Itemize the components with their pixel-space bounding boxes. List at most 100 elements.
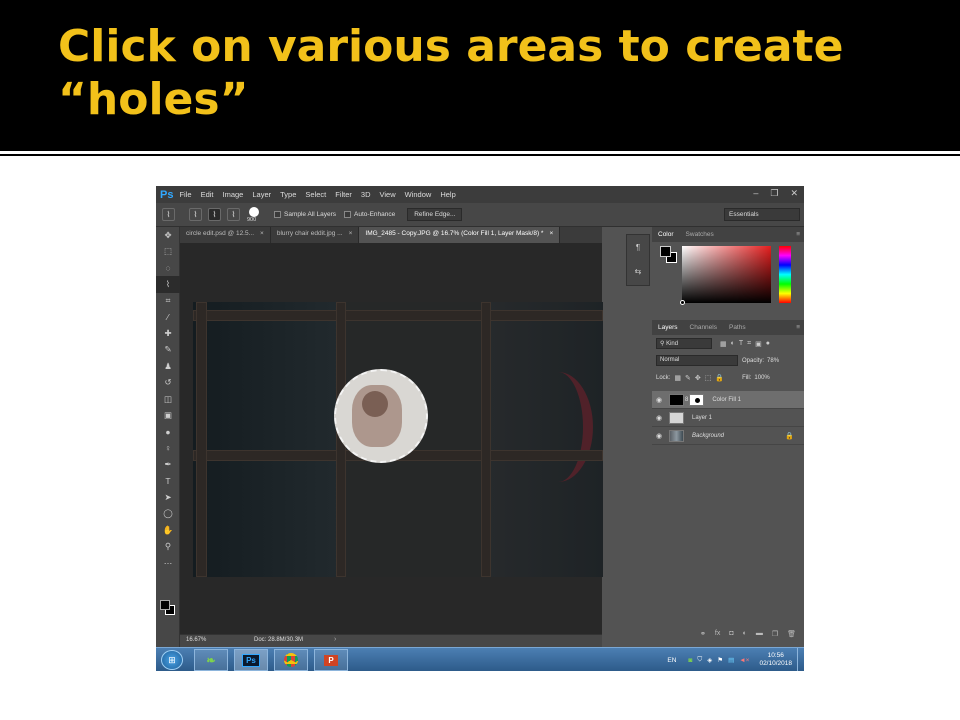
tray-shield-icon[interactable]: ⛉ xyxy=(697,656,702,664)
language-indicator[interactable]: EN xyxy=(667,657,676,664)
menu-file[interactable]: File xyxy=(179,190,191,199)
tray-volume-icon[interactable]: ◄× xyxy=(739,657,749,664)
fx-icon[interactable]: fx xyxy=(715,630,720,637)
lock-position-icon[interactable]: ✥ xyxy=(695,374,701,382)
eyedropper-tool-icon[interactable]: ⁄ xyxy=(156,309,180,325)
menu-edit[interactable]: Edit xyxy=(201,190,214,199)
tab-swatches[interactable]: Swatches xyxy=(680,231,720,238)
sample-all-layers-checkbox[interactable] xyxy=(274,211,281,218)
gradient-tool-icon[interactable]: ▣ xyxy=(156,407,180,423)
zoom-tool-icon[interactable]: ⚲ xyxy=(156,538,180,554)
tray-flag-icon[interactable]: ⚑ xyxy=(717,656,723,664)
clone-stamp-icon[interactable]: ♟ xyxy=(156,358,180,374)
lasso-tool-icon[interactable]: ◌ xyxy=(156,260,180,276)
refine-edge-button[interactable]: Refine Edge... xyxy=(407,208,463,221)
color-foreground-swatch[interactable] xyxy=(660,246,671,257)
lock-all-icon[interactable]: 🔒 xyxy=(715,374,724,382)
tab-circle-edit[interactable]: circle edit.psd @ 12.5... × xyxy=(180,227,271,243)
quick-selection-tool-icon[interactable]: ⌇ xyxy=(162,208,175,221)
color-spectrum[interactable] xyxy=(682,246,771,303)
history-brush-icon[interactable]: ↺ xyxy=(156,375,180,391)
layer-background[interactable]: ◉ Background 🔒 xyxy=(652,427,804,445)
link-layers-icon[interactable]: ⚭ xyxy=(700,630,706,638)
adjustment-filter-icon[interactable]: ◐ xyxy=(731,340,735,347)
taskbar-explorer[interactable]: ❧ xyxy=(194,649,228,671)
taskbar-chrome[interactable] xyxy=(274,649,308,671)
hand-tool-icon[interactable]: ✋ xyxy=(156,522,180,538)
trash-icon[interactable]: 🗑 xyxy=(787,630,796,638)
path-selection-icon[interactable]: ➤ xyxy=(156,489,180,505)
pixel-filter-icon[interactable]: ▦ xyxy=(720,340,727,348)
opacity-value[interactable]: 78% xyxy=(767,358,779,364)
menu-layer[interactable]: Layer xyxy=(252,190,271,199)
kind-filter-select[interactable]: ⚲ Kind xyxy=(656,338,712,349)
panel-menu-icon[interactable]: ≡ xyxy=(796,231,800,238)
menu-filter[interactable]: Filter xyxy=(335,190,352,199)
pen-tool-icon[interactable]: ✒ xyxy=(156,456,180,472)
color-picker-marker[interactable] xyxy=(680,300,685,305)
lock-transparent-icon[interactable]: ▦ xyxy=(674,374,681,382)
history-panel-icon[interactable]: ¶ xyxy=(627,235,649,259)
shape-tool-icon[interactable]: ◯ xyxy=(156,506,180,522)
properties-panel-icon[interactable]: ⇆ xyxy=(627,259,649,283)
workspace-select[interactable]: Essentials xyxy=(724,208,800,221)
tab-close-icon[interactable]: × xyxy=(349,230,353,237)
tab-close-icon[interactable]: × xyxy=(549,230,553,237)
panel-menu-icon[interactable]: ≡ xyxy=(796,324,800,331)
fill-value[interactable]: 100% xyxy=(754,375,769,381)
start-button[interactable]: ⊞ xyxy=(161,650,183,670)
eye-icon[interactable]: ◉ xyxy=(652,414,666,422)
layer-1[interactable]: ◉ Layer 1 xyxy=(652,409,804,427)
new-layer-icon[interactable]: ❐ xyxy=(772,630,778,638)
clock[interactable]: 10:56 02/10/2018 xyxy=(759,652,792,668)
restore-icon[interactable]: ❐ xyxy=(770,188,778,199)
layer-thumbnail[interactable] xyxy=(669,429,684,442)
filter-toggle-icon[interactable]: ● xyxy=(766,340,770,347)
marquee-tool-icon[interactable]: ⬚ xyxy=(156,243,180,259)
document-image[interactable] xyxy=(193,302,603,577)
eye-icon[interactable]: ◉ xyxy=(652,432,666,440)
menu-help[interactable]: Help xyxy=(440,190,455,199)
shape-filter-icon[interactable]: ⌗ xyxy=(747,340,751,348)
crop-tool-icon[interactable]: ⌗ xyxy=(156,293,180,309)
tray-app-icon[interactable]: ◙ xyxy=(688,657,692,664)
adjustment-layer-icon[interactable]: ◐ xyxy=(743,630,747,637)
zoom-level[interactable]: 16.67% xyxy=(186,637,206,643)
quick-select-tool-icon[interactable]: ⌇ xyxy=(156,276,180,293)
menu-type[interactable]: Type xyxy=(280,190,296,199)
move-tool-icon[interactable]: ✥ xyxy=(156,227,180,243)
subtract-from-selection-icon[interactable]: ⌇ xyxy=(227,208,240,221)
layer-mask-thumbnail[interactable] xyxy=(689,393,705,406)
blend-mode-select[interactable]: Normal xyxy=(656,355,738,366)
minimize-icon[interactable]: – xyxy=(753,188,758,199)
close-icon[interactable]: ✕ xyxy=(790,188,798,199)
new-group-icon[interactable]: ▬ xyxy=(756,630,763,637)
dodge-tool-icon[interactable]: ♀ xyxy=(156,440,180,456)
selection-hole[interactable] xyxy=(334,369,428,463)
foreground-color-swatch[interactable] xyxy=(160,600,170,610)
show-desktop-button[interactable] xyxy=(797,648,804,671)
menu-window[interactable]: Window xyxy=(405,190,432,199)
blur-tool-icon[interactable]: ● xyxy=(156,424,180,440)
smart-object-filter-icon[interactable]: ▣ xyxy=(755,340,762,348)
tab-color[interactable]: Color xyxy=(652,231,680,238)
brush-tool-icon[interactable]: ✎ xyxy=(156,342,180,358)
add-to-selection-icon[interactable]: ⌇ xyxy=(208,208,221,221)
menu-select[interactable]: Select xyxy=(305,190,326,199)
status-menu-icon[interactable]: › xyxy=(334,636,336,643)
menu-image[interactable]: Image xyxy=(223,190,244,199)
eraser-tool-icon[interactable]: ◫ xyxy=(156,391,180,407)
tab-img-2485[interactable]: IMG_2485 - Copy.JPG @ 16.7% (Color Fill … xyxy=(359,227,561,243)
lock-pixels-icon[interactable]: ✎ xyxy=(685,374,691,382)
menu-view[interactable]: View xyxy=(380,190,396,199)
taskbar-powerpoint[interactable]: P xyxy=(314,649,348,671)
tray-network-icon[interactable]: ◈ xyxy=(707,656,712,664)
add-mask-icon[interactable]: ◘ xyxy=(729,630,733,637)
tab-close-icon[interactable]: × xyxy=(260,230,264,237)
taskbar-photoshop[interactable]: Ps xyxy=(234,649,268,671)
menu-3d[interactable]: 3D xyxy=(361,190,371,199)
lock-artboard-icon[interactable]: ⬚ xyxy=(705,374,712,382)
tab-channels[interactable]: Channels xyxy=(684,324,723,331)
tray-update-icon[interactable]: ▤ xyxy=(728,656,734,664)
tab-blurry-chair[interactable]: blurry chair eddit.jpg ... × xyxy=(271,227,360,243)
